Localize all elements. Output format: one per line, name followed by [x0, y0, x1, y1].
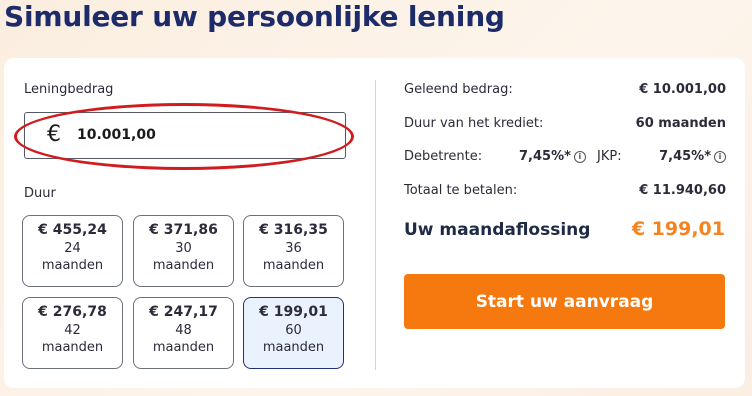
duration-option-36[interactable]: € 316,35 36 maanden [243, 215, 344, 287]
option-amount: € 199,01 [259, 304, 328, 320]
loan-simulator-card: Leningbedrag € Duur € 455,24 24 maanden … [4, 58, 745, 388]
duration-label: Duur [24, 186, 56, 201]
info-icon[interactable]: i [714, 150, 726, 163]
option-months: 48 [175, 323, 192, 338]
duration-options: € 455,24 24 maanden € 371,86 30 maanden … [22, 215, 344, 369]
option-months: 42 [64, 323, 81, 338]
debit-rate-value: 7,45%* [519, 149, 571, 164]
option-amount: € 276,78 [38, 304, 107, 320]
duration-option-24[interactable]: € 455,24 24 maanden [22, 215, 123, 287]
borrowed-label: Geleend bedrag: [404, 82, 513, 97]
duration-option-42[interactable]: € 276,78 42 maanden [22, 297, 123, 369]
amount-field[interactable]: € [24, 112, 346, 159]
info-icon[interactable]: i [573, 150, 586, 163]
total-value: € 11.940,60 [639, 183, 726, 198]
term-label: Duur van het krediet: [404, 116, 544, 131]
duration-option-30[interactable]: € 371,86 30 maanden [133, 215, 234, 287]
amount-input[interactable] [77, 127, 277, 143]
summary-rate-row: Debetrente: 7,45%* i JKP: 7,45%* i [404, 149, 726, 169]
summary-borrowed-row: Geleend bedrag: € 10.001,00 [404, 82, 726, 102]
option-months: 60 [285, 323, 302, 338]
apr-value: 7,45%* [659, 149, 711, 164]
option-unit: maanden [152, 258, 215, 273]
total-label: Totaal te betalen: [404, 183, 518, 198]
monthly-payment-value: € 199,01 [631, 218, 725, 240]
euro-icon: € [47, 122, 61, 147]
page-title: Simuleer uw persoonlijke lening [4, 0, 505, 33]
option-amount: € 247,17 [149, 304, 218, 320]
option-unit: maanden [152, 340, 215, 355]
vertical-divider [375, 80, 376, 370]
option-unit: maanden [41, 258, 104, 273]
option-months: 30 [175, 241, 192, 256]
option-amount: € 455,24 [38, 222, 107, 238]
option-unit: maanden [262, 340, 325, 355]
debit-rate-label: Debetrente: [404, 149, 483, 164]
summary-total-row: Totaal te betalen: € 11.940,60 [404, 183, 726, 203]
option-months: 24 [64, 241, 81, 256]
amount-label: Leningbedrag [24, 82, 114, 97]
option-amount: € 316,35 [259, 222, 328, 238]
duration-option-60[interactable]: € 199,01 60 maanden [243, 297, 344, 369]
borrowed-value: € 10.001,00 [639, 82, 726, 97]
option-unit: maanden [262, 258, 325, 273]
monthly-payment-label: Uw maandaflossing [404, 220, 591, 240]
start-application-button[interactable]: Start uw aanvraag [404, 274, 725, 329]
duration-option-48[interactable]: € 247,17 48 maanden [133, 297, 234, 369]
option-amount: € 371,86 [149, 222, 218, 238]
option-months: 36 [285, 241, 302, 256]
summary-term-row: Duur van het krediet: 60 maanden [404, 116, 726, 136]
apr-label: JKP: [597, 149, 622, 164]
option-unit: maanden [41, 340, 104, 355]
term-value: 60 maanden [635, 116, 726, 131]
